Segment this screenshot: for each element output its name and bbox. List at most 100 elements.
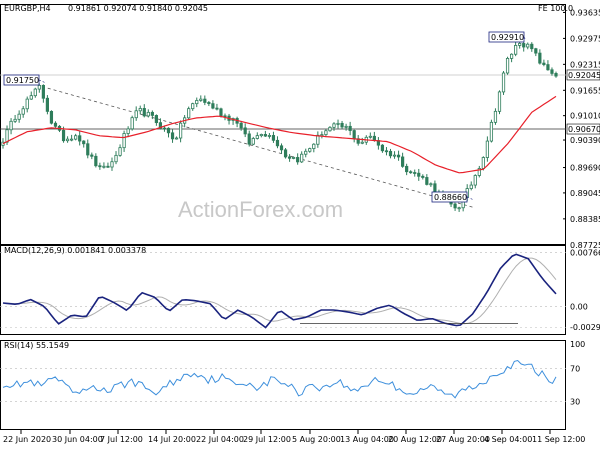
candle-body bbox=[405, 165, 409, 173]
candle-body bbox=[267, 135, 272, 137]
price-y-tick-label: 0.90390 bbox=[570, 136, 600, 145]
rsi-line bbox=[2, 359, 557, 399]
price-y-tick-label: 0.91655 bbox=[570, 86, 600, 95]
candle-body bbox=[469, 184, 473, 190]
candle-body bbox=[219, 108, 223, 117]
candle-body bbox=[332, 123, 336, 128]
annotation-label: 0.92910 bbox=[491, 33, 524, 42]
candle-body bbox=[497, 91, 502, 112]
candle-body bbox=[114, 154, 118, 163]
chart-canvas: ActionForex.com 0.906700.92045 0.936350.… bbox=[0, 4, 600, 444]
candle-body bbox=[530, 43, 534, 50]
candle-body bbox=[207, 102, 211, 105]
candle-body bbox=[368, 135, 372, 138]
trendline-layer bbox=[41, 86, 474, 208]
price-y-tick-label: 0.92315 bbox=[570, 60, 600, 69]
candle-body bbox=[287, 156, 292, 159]
candle-body bbox=[534, 48, 538, 54]
macd-y-tick-label: -0.002952 bbox=[570, 323, 600, 332]
candle-body bbox=[21, 108, 25, 115]
candle-body bbox=[550, 69, 554, 74]
candle-body bbox=[126, 128, 130, 134]
candle-body bbox=[308, 148, 312, 152]
candle-body bbox=[433, 183, 437, 193]
candle-body bbox=[320, 134, 324, 137]
candle-body bbox=[522, 43, 526, 48]
candle-body bbox=[179, 122, 183, 139]
rsi-title: RSI(14) 55.1549 bbox=[4, 341, 69, 350]
candle-body bbox=[409, 171, 413, 174]
candle-body bbox=[485, 140, 489, 158]
annotation-leader bbox=[466, 196, 475, 201]
price-y-tick-label: 0.89045 bbox=[570, 189, 600, 198]
macd-line bbox=[2, 253, 557, 329]
candle-body bbox=[17, 113, 21, 120]
candle-body bbox=[45, 97, 50, 112]
candle-body bbox=[429, 183, 433, 186]
candle-body bbox=[526, 43, 530, 48]
candle-body bbox=[546, 64, 550, 71]
candle-body bbox=[296, 157, 300, 163]
candle-body bbox=[304, 150, 308, 155]
candle-body bbox=[203, 98, 207, 103]
candle-body bbox=[142, 108, 146, 117]
price-y-tick-label: 0.89690 bbox=[570, 164, 600, 173]
candle-body bbox=[509, 53, 514, 59]
candle-body bbox=[25, 98, 29, 110]
candle-body bbox=[380, 144, 385, 152]
candle-body bbox=[138, 108, 142, 112]
candle-body bbox=[170, 132, 175, 140]
candle-body bbox=[421, 175, 425, 178]
candle-body bbox=[518, 43, 522, 46]
candle-body bbox=[70, 138, 74, 141]
candle-body bbox=[514, 45, 518, 55]
x-tick-label: 14 Jul 20:00 bbox=[148, 435, 196, 444]
candle-body bbox=[542, 62, 546, 66]
candle-body bbox=[316, 134, 320, 145]
candle-body bbox=[162, 127, 167, 130]
candle-body bbox=[118, 147, 122, 156]
candle-body bbox=[344, 125, 348, 128]
candle-body bbox=[154, 115, 158, 124]
candle-body bbox=[199, 98, 203, 101]
x-tick-label: 7 Jul 12:00 bbox=[100, 435, 143, 444]
candle-body bbox=[134, 110, 138, 119]
macd-layer bbox=[0, 252, 566, 329]
candle-body bbox=[324, 130, 328, 136]
macd-y-tick-label: 0.007663 bbox=[570, 249, 600, 258]
candle-body bbox=[493, 110, 498, 123]
candle-body bbox=[98, 165, 102, 168]
current-price-label: 0.92045 bbox=[568, 71, 600, 80]
candle-body bbox=[348, 125, 352, 131]
candle-body bbox=[279, 145, 284, 151]
candle-body bbox=[255, 135, 259, 139]
candle-body bbox=[259, 134, 263, 137]
candle-body bbox=[538, 52, 542, 64]
candle-body bbox=[243, 127, 247, 135]
rsi-layer bbox=[0, 359, 566, 402]
candle-body bbox=[122, 133, 126, 149]
candle-body bbox=[110, 161, 114, 168]
candle-body bbox=[283, 149, 288, 158]
candle-body bbox=[392, 154, 397, 157]
candle-body bbox=[352, 130, 356, 140]
candle-body bbox=[360, 141, 364, 144]
candle-body bbox=[195, 100, 199, 105]
header-corner-label: FE 100.0 bbox=[538, 4, 573, 13]
price-y-tick-label: 0.93635 bbox=[570, 8, 600, 17]
candle-body bbox=[61, 129, 66, 142]
annotation-label: 0.88660 bbox=[434, 193, 467, 202]
candle-body bbox=[271, 135, 276, 141]
rsi-y-tick-label: 70 bbox=[570, 365, 580, 374]
candle-body bbox=[300, 153, 304, 163]
macd-panel-frame bbox=[0, 245, 566, 335]
candle-body bbox=[388, 150, 393, 157]
candle-body bbox=[396, 154, 401, 158]
x-tick-label: 20 Aug 12:00 bbox=[388, 435, 442, 444]
x-tick-label: 5 Aug 20:00 bbox=[292, 435, 341, 444]
macd-title: MACD(12,26,9) 0.001841 0.003378 bbox=[4, 246, 146, 255]
rsi-y-tick-label: 30 bbox=[570, 397, 580, 406]
price-y-tick-label: 0.88385 bbox=[570, 215, 600, 224]
header-ohlc: 0.91861 0.92074 0.91840 0.92045 bbox=[68, 4, 208, 13]
rsi-y-tick-label: 100 bbox=[570, 340, 585, 349]
